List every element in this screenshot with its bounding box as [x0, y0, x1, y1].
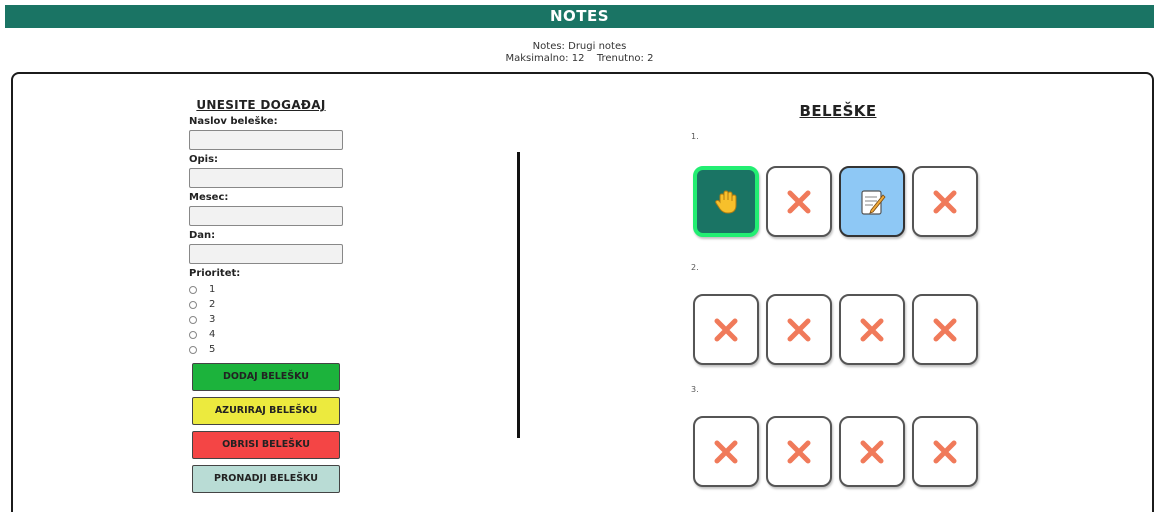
note-slot[interactable] [839, 166, 905, 237]
priority-radio[interactable] [189, 330, 197, 339]
priority-option-label: 2 [209, 299, 216, 310]
form-title: UNESITE DOGAĐAJ [196, 98, 326, 112]
memo-icon [857, 187, 887, 217]
cross-icon [858, 316, 886, 344]
priority-option[interactable]: 4 [189, 327, 349, 342]
note-slot[interactable] [766, 166, 832, 237]
note-slot[interactable] [693, 166, 759, 237]
max-value: 12 [571, 53, 585, 64]
find-note-button[interactable]: PRONADJI BELEŠKU [192, 465, 340, 493]
note-slot[interactable] [912, 416, 978, 487]
description-label: Opis: [189, 154, 219, 165]
note-slot[interactable] [839, 294, 905, 365]
priority-radio[interactable] [189, 300, 197, 309]
row-number: 1. [691, 132, 699, 141]
cross-icon [931, 316, 959, 344]
note-slot[interactable] [766, 416, 832, 487]
cross-icon [785, 438, 813, 466]
priority-option-label: 4 [209, 329, 216, 340]
priority-option-label: 1 [209, 284, 216, 295]
description-input[interactable] [189, 168, 343, 188]
note-slot[interactable] [912, 294, 978, 365]
priority-option[interactable]: 3 [189, 312, 349, 327]
row-number: 3. [691, 385, 699, 394]
priority-radio[interactable] [189, 345, 197, 354]
note-slot[interactable] [766, 294, 832, 365]
priority-option[interactable]: 2 [189, 297, 349, 312]
notes-title: BELEŠKE [799, 102, 877, 120]
vertical-divider [517, 152, 520, 438]
cross-icon [931, 438, 959, 466]
note-slot[interactable] [693, 294, 759, 365]
current-label: Trenutno: [596, 53, 644, 64]
note-slot[interactable] [912, 166, 978, 237]
cross-icon [785, 316, 813, 344]
priority-option-label: 3 [209, 314, 216, 325]
app-title: NOTES [549, 7, 610, 25]
notes-name: Drugi notes [568, 41, 627, 52]
notes-label: Notes: [532, 41, 565, 52]
event-form: UNESITE DOGAĐAJ Naslov beleške: Opis: Me… [189, 98, 349, 493]
current-value: 2 [647, 53, 654, 64]
notes-info: Notes: Drugi notes Maksimalno: 12 Trenut… [0, 41, 1159, 65]
cross-icon [858, 438, 886, 466]
cross-icon [931, 188, 959, 216]
cross-icon [785, 188, 813, 216]
priority-label: Prioritet: [189, 268, 241, 279]
cross-icon [712, 438, 740, 466]
note-slot[interactable] [839, 416, 905, 487]
day-input[interactable] [189, 244, 343, 264]
delete-note-button[interactable]: OBRISI BELEŠKU [192, 431, 340, 459]
month-label: Mesec: [189, 192, 229, 203]
priority-radio[interactable] [189, 315, 197, 324]
note-slot[interactable] [693, 416, 759, 487]
notes-row [693, 294, 978, 365]
title-input[interactable] [189, 130, 343, 150]
priority-group: 1 2 3 4 5 [189, 282, 349, 357]
update-note-button[interactable]: AZURIRAJ BELEŠKU [192, 397, 340, 425]
app-header: NOTES [5, 5, 1154, 28]
priority-radio[interactable] [189, 285, 197, 294]
main-panel: UNESITE DOGAĐAJ Naslov beleške: Opis: Me… [11, 72, 1154, 512]
title-label: Naslov beleške: [189, 116, 278, 127]
row-number: 2. [691, 263, 699, 272]
cross-icon [712, 316, 740, 344]
priority-option[interactable]: 5 [189, 342, 349, 357]
priority-option-label: 5 [209, 344, 216, 355]
notes-row [693, 166, 978, 237]
day-label: Dan: [189, 230, 216, 241]
hand-icon [711, 187, 741, 217]
priority-option[interactable]: 1 [189, 282, 349, 297]
month-input[interactable] [189, 206, 343, 226]
max-label: Maksimalno: [505, 53, 569, 64]
notes-row [693, 416, 978, 487]
add-note-button[interactable]: DODAJ BELEŠKU [192, 363, 340, 391]
